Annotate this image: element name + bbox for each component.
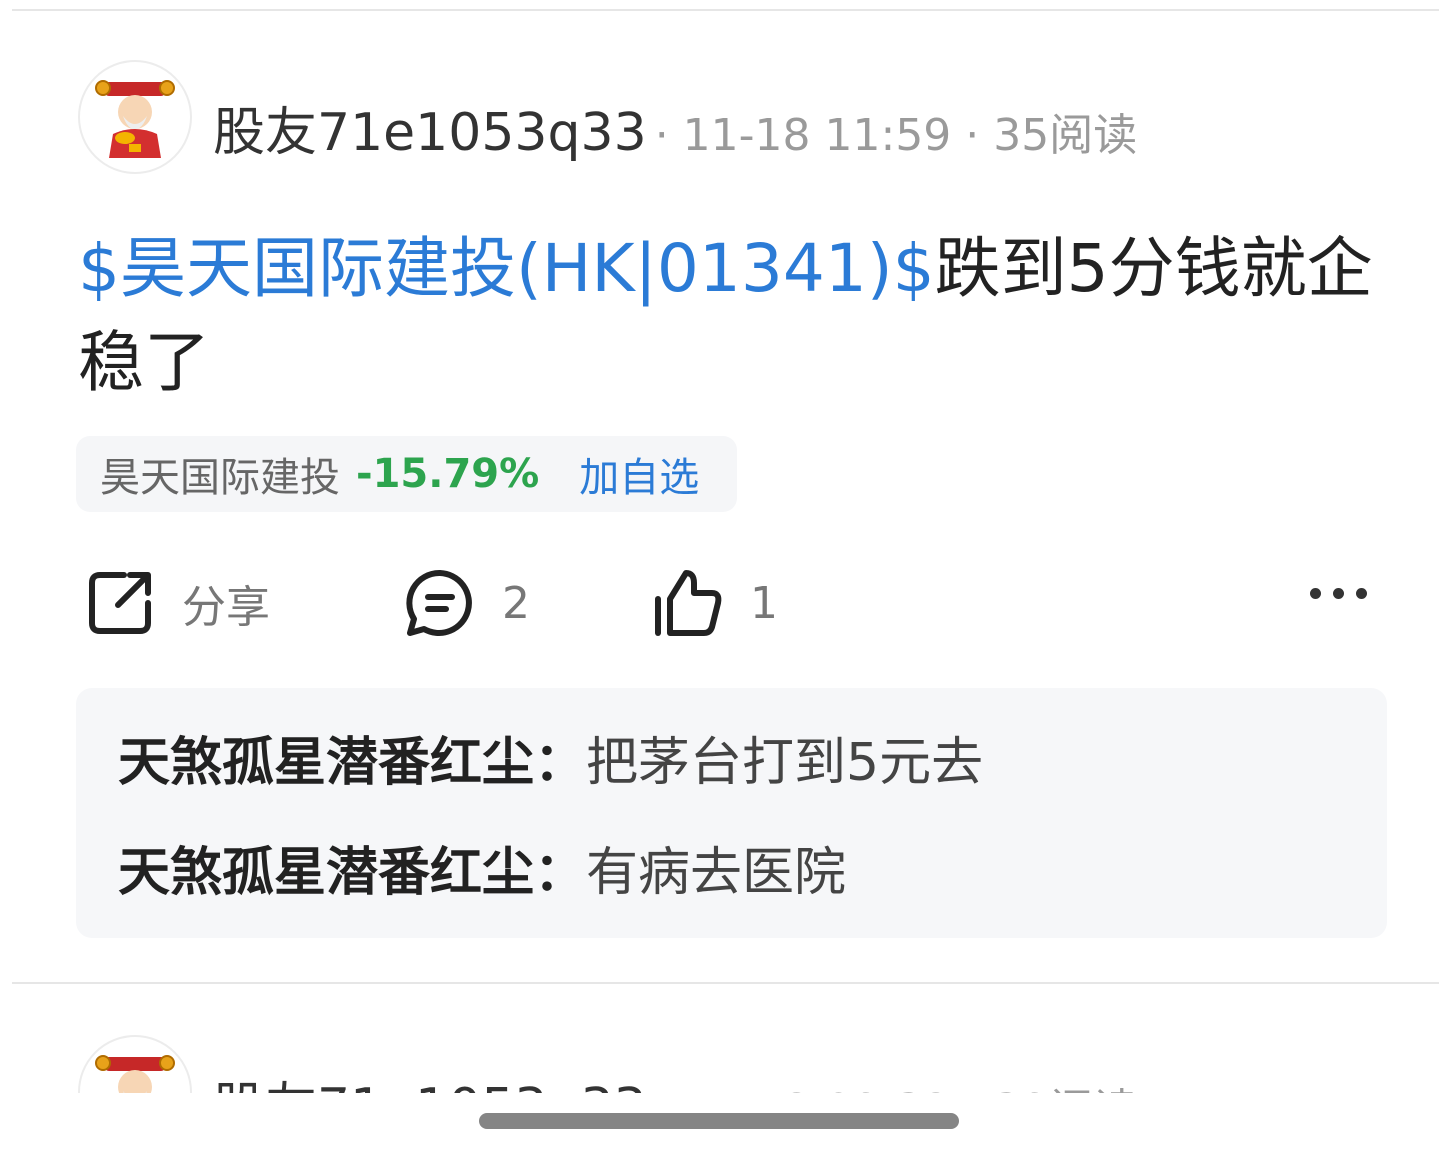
comment-item[interactable]: 天煞孤星潜番红尘：有病去医院	[118, 818, 1387, 928]
stock-name: 昊天国际建投	[100, 455, 340, 501]
post-header: 股友71e1053q33 · 11-18 11:59 · 35阅读	[78, 60, 1378, 180]
next-post-author[interactable]: 股友71e1053q33	[213, 1065, 647, 1093]
action-bar: 分享 2 1	[78, 560, 1378, 646]
comment-text: 有病去医院	[586, 843, 847, 903]
stock-chip[interactable]: 昊天国际建投 -15.79% 加自选	[76, 436, 737, 512]
stock-change: -15.79%	[356, 451, 540, 497]
more-icon	[1310, 588, 1367, 599]
post-divider	[12, 982, 1439, 984]
top-divider	[12, 9, 1439, 11]
share-button[interactable]: 分享	[84, 560, 270, 646]
like-button[interactable]: 1	[652, 560, 778, 646]
share-label: 分享	[182, 582, 270, 633]
post-content[interactable]: $昊天国际建投(HK|01341)$跌到5分钱就企稳了	[78, 222, 1378, 410]
comment-icon	[406, 569, 472, 636]
comment-item[interactable]: 天煞孤星潜番红尘：把茅台打到5元去	[118, 708, 1387, 818]
share-icon	[89, 572, 151, 634]
like-icon	[655, 570, 722, 636]
comment-button[interactable]: 2	[404, 560, 530, 646]
avatar[interactable]	[78, 1035, 192, 1093]
post-author[interactable]: 股友71e1053q33	[213, 90, 647, 165]
avatar[interactable]	[78, 60, 192, 174]
next-post-header: 股友71e1053q33 · 11-18 09:32 · 39阅读	[78, 1035, 1378, 1093]
post-meta: · 11-18 11:59 · 35阅读	[654, 110, 1138, 161]
avatar-icon	[95, 80, 175, 158]
commenter-name: 天煞孤星潜番红尘：	[118, 733, 587, 793]
comment-text: 把茅台打到5元去	[586, 733, 984, 793]
next-post-meta: · 11-18 09:32 · 39阅读	[655, 1074, 1138, 1093]
avatar-icon	[95, 1055, 175, 1093]
more-button[interactable]	[1310, 588, 1367, 599]
stock-link[interactable]: $昊天国际建投(HK|01341)$	[78, 230, 935, 307]
comments-preview[interactable]: 天煞孤星潜番红尘：把茅台打到5元去 天煞孤星潜番红尘：有病去医院	[76, 688, 1387, 938]
comment-count: 2	[502, 577, 530, 629]
home-indicator[interactable]	[479, 1113, 959, 1129]
next-post[interactable]: 股友71e1053q33 · 11-18 09:32 · 39阅读	[0, 1035, 1439, 1093]
like-count: 1	[750, 577, 778, 629]
commenter-name: 天煞孤星潜番红尘：	[118, 843, 587, 903]
add-watchlist-button[interactable]: 加自选	[579, 445, 699, 503]
